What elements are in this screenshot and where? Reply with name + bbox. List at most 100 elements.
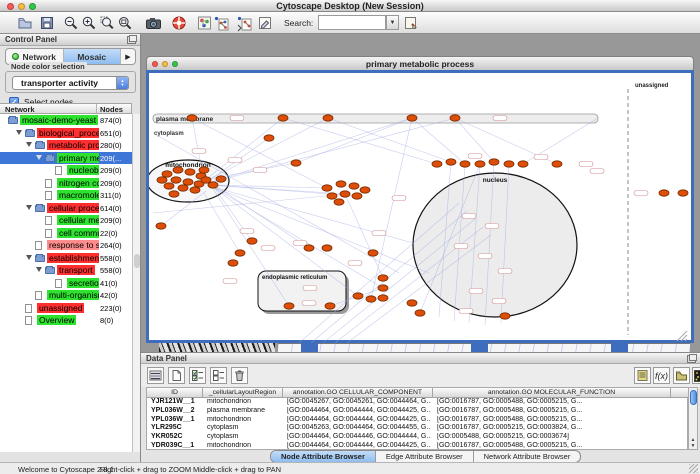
search-input[interactable]: [318, 15, 386, 30]
tree-header-divider[interactable]: [96, 104, 97, 113]
expand-arrow-icon[interactable]: [16, 130, 22, 135]
tab-node-attribute-browser[interactable]: Node Attribute Browser: [271, 451, 376, 462]
network-node[interactable]: [183, 179, 193, 185]
network-node[interactable]: [284, 303, 294, 309]
zoom-out-icon[interactable]: [62, 14, 80, 32]
network-minimize-button[interactable]: [162, 61, 168, 67]
network-node[interactable]: [322, 185, 332, 191]
network-node[interactable]: [432, 161, 442, 167]
network-node[interactable]: [352, 193, 362, 199]
tree-row[interactable]: Overview8(0): [0, 314, 132, 327]
table-cell[interactable]: [GO:0044464, GO:0044446, GO:0044444, G..…: [287, 433, 431, 442]
table-cell[interactable]: [GO:0045267, GO:0045261, GO:0044464, G..…: [287, 398, 431, 407]
table-cell[interactable]: [GO:0045263, GO:0044464, GO:0044455, G..…: [287, 424, 431, 433]
table-scrollbar[interactable]: ▲▼: [688, 387, 698, 450]
network-node[interactable]: [378, 285, 388, 291]
network-node[interactable]: [247, 238, 257, 244]
network-node[interactable]: [156, 223, 166, 229]
network-node[interactable]: [518, 161, 528, 167]
help-lifering-icon[interactable]: [170, 14, 188, 32]
expand-arrow-icon[interactable]: [26, 142, 32, 147]
network-node[interactable]: [164, 183, 174, 189]
close-button[interactable]: [7, 3, 14, 10]
background-network-window[interactable]: [159, 343, 275, 352]
network-node[interactable]: [185, 169, 195, 175]
network-node[interactable]: [334, 199, 344, 205]
unselect-attributes-icon[interactable]: [210, 367, 227, 384]
create-attribute-icon[interactable]: [168, 367, 185, 384]
matrix-icon[interactable]: [692, 367, 700, 384]
table-column-header[interactable]: ID: [147, 388, 203, 398]
table-cell[interactable]: mitochondrion: [207, 416, 281, 425]
delete-attribute-icon[interactable]: [231, 367, 248, 384]
network-node[interactable]: [450, 115, 460, 121]
table-cell[interactable]: [GO:0016787, GO:0005488, GO:0005215, G..…: [437, 416, 669, 425]
tree-row[interactable]: biological_process651(0): [0, 127, 132, 140]
tree-scrollbar[interactable]: [132, 114, 140, 452]
table-cell[interactable]: YPL036W__1: [151, 416, 201, 425]
tree-row[interactable]: nucleobase-con209(0): [0, 164, 132, 177]
table-cell[interactable]: [GO:0005488, GO:0005215, GO:0003674]: [437, 433, 669, 442]
table-row[interactable]: YPL036W__1 mitochondrion [GO:0044464, GO:0…: [147, 416, 687, 425]
tab-network-attribute-browser[interactable]: Network Attribute Browser: [474, 451, 581, 462]
tree-row[interactable]: nitrogen compou209(0): [0, 177, 132, 190]
resize-grip[interactable]: [689, 464, 698, 473]
table-cell[interactable]: cytoplasm: [207, 424, 281, 433]
float-data-panel-icon[interactable]: [687, 355, 696, 363]
function-builder-icon[interactable]: f(x): [653, 367, 670, 384]
network-canvas[interactable]: plasma membranecytoplasmunassignedmitoch…: [149, 73, 691, 343]
network-node[interactable]: [169, 191, 179, 197]
tree-row[interactable]: secretion41(0): [0, 277, 132, 290]
import-network-icon[interactable]: [235, 14, 253, 32]
select-attributes-icon[interactable]: [147, 367, 164, 384]
open-file-icon[interactable]: [16, 14, 34, 32]
plasma-membrane-region[interactable]: [153, 114, 598, 123]
table-column-header[interactable]: annotation.GO CELLULAR_COMPONENT: [283, 388, 433, 398]
tab-edge-attribute-browser[interactable]: Edge Attribute Browser: [376, 451, 474, 462]
tree-row[interactable]: cellular metabol209(0): [0, 214, 132, 227]
network-node[interactable]: [659, 190, 669, 196]
select-all-attributes-icon[interactable]: [189, 367, 206, 384]
tree-row[interactable]: mosaic-demo-yeast874(0): [0, 114, 132, 127]
nucleus-region[interactable]: [413, 173, 577, 317]
network-node[interactable]: [353, 293, 363, 299]
tabs-overflow-arrow[interactable]: ▶: [121, 49, 135, 64]
network-node[interactable]: [304, 245, 314, 251]
table-cell[interactable]: [GO:0044464, GO:0044444, GO:0044425, G..…: [287, 416, 431, 425]
network-node[interactable]: [360, 187, 370, 193]
save-session-icon[interactable]: [38, 14, 56, 32]
network-window-controls[interactable]: [152, 61, 178, 67]
network-node[interactable]: [446, 159, 456, 165]
network-node[interactable]: [264, 135, 274, 141]
network-window-titlebar[interactable]: primary metabolic process: [146, 56, 694, 70]
tree-row[interactable]: unassigned223(0): [0, 302, 132, 315]
network-node[interactable]: [552, 161, 562, 167]
network-node[interactable]: [366, 296, 376, 302]
network-node[interactable]: [340, 191, 350, 197]
tree-row[interactable]: macromolecule311(0): [0, 189, 132, 202]
table-row[interactable]: YPL036W__2plasma membrane[GO:0044464, GO…: [147, 407, 687, 416]
background-windows-strip[interactable]: [141, 343, 700, 352]
network-node[interactable]: [407, 115, 417, 121]
network-node[interactable]: [325, 303, 335, 309]
network-node[interactable]: [378, 295, 388, 301]
network-node[interactable]: [162, 171, 172, 177]
table-cell[interactable]: [GO:0016787, GO:0005488, GO:0005215, G..…: [437, 398, 669, 407]
network-node[interactable]: [336, 181, 346, 187]
search-options-icon[interactable]: [402, 14, 420, 32]
table-cell[interactable]: YKR052C: [151, 433, 201, 442]
network-zoom-button[interactable]: [172, 61, 178, 67]
tree-row[interactable]: cell communicati22(0): [0, 227, 132, 240]
expand-arrow-icon[interactable]: [26, 255, 32, 260]
table-row[interactable]: YJR121W__1mitochondrion[GO:0045267, GO:0…: [147, 398, 687, 407]
notes-icon[interactable]: [634, 367, 651, 384]
network-node[interactable]: [216, 176, 226, 182]
expand-arrow-icon[interactable]: [26, 205, 32, 210]
network-node[interactable]: [187, 115, 197, 121]
network-node[interactable]: [678, 190, 688, 196]
canvas-resize-grip[interactable]: [685, 339, 687, 341]
network-node[interactable]: [489, 159, 499, 165]
network-node[interactable]: [278, 115, 288, 121]
table-cell[interactable]: YDR039C__1: [151, 442, 201, 451]
snapshot-camera-icon[interactable]: [144, 14, 162, 32]
